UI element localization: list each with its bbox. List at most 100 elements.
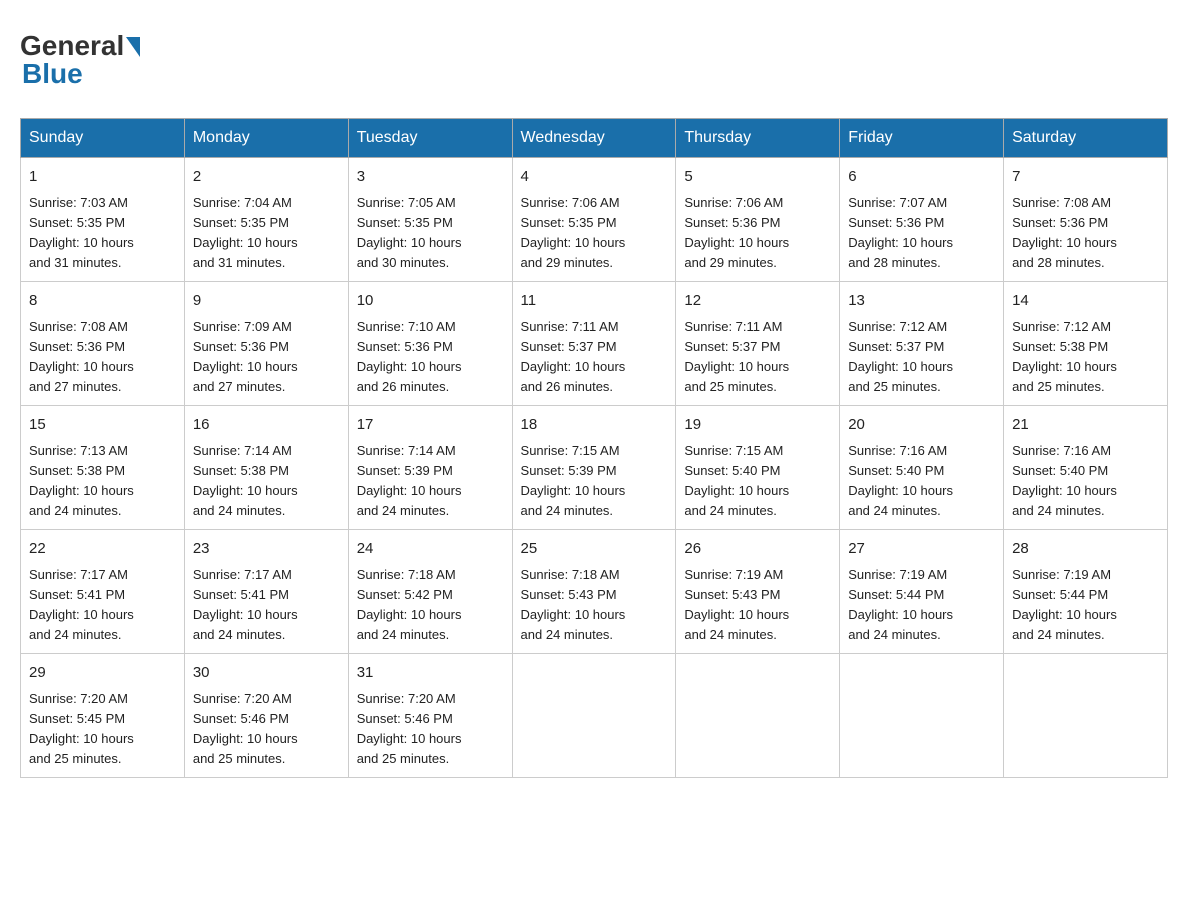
logo: General Blue (20, 30, 140, 90)
calendar-day-cell: 20 Sunrise: 7:16 AMSunset: 5:40 PMDayligh… (840, 406, 1004, 530)
calendar-day-cell: 2 Sunrise: 7:04 AMSunset: 5:35 PMDaylight… (184, 158, 348, 282)
day-info: Sunrise: 7:04 AMSunset: 5:35 PMDaylight:… (193, 193, 340, 274)
calendar-day-cell (1004, 654, 1168, 778)
day-info: Sunrise: 7:05 AMSunset: 5:35 PMDaylight:… (357, 193, 504, 274)
day-info: Sunrise: 7:17 AMSunset: 5:41 PMDaylight:… (193, 565, 340, 646)
day-number: 13 (848, 290, 995, 313)
day-number: 6 (848, 166, 995, 189)
calendar-day-cell: 17 Sunrise: 7:14 AMSunset: 5:39 PMDayligh… (348, 406, 512, 530)
calendar-day-cell: 22 Sunrise: 7:17 AMSunset: 5:41 PMDayligh… (21, 530, 185, 654)
day-info: Sunrise: 7:20 AMSunset: 5:46 PMDaylight:… (357, 689, 504, 770)
header: General Blue (20, 20, 1168, 100)
calendar-day-cell: 28Sunrise: 7:19 AMSunset: 5:44 PMDayligh… (1004, 530, 1168, 654)
day-info: Sunrise: 7:14 AMSunset: 5:39 PMDaylight:… (357, 441, 504, 522)
calendar-day-cell: 23 Sunrise: 7:17 AMSunset: 5:41 PMDayligh… (184, 530, 348, 654)
weekday-header-sunday: Sunday (21, 119, 185, 158)
day-info: Sunrise: 7:09 AMSunset: 5:36 PMDaylight:… (193, 317, 340, 398)
logo-arrow-icon (126, 37, 140, 57)
day-info: Sunrise: 7:17 AMSunset: 5:41 PMDaylight:… (29, 565, 176, 646)
day-info: Sunrise: 7:12 AMSunset: 5:37 PMDaylight:… (848, 317, 995, 398)
day-info: Sunrise: 7:11 AMSunset: 5:37 PMDaylight:… (684, 317, 831, 398)
weekday-header-row: SundayMondayTuesdayWednesdayThursdayFrid… (21, 119, 1168, 158)
day-number: 7 (1012, 166, 1159, 189)
day-info: Sunrise: 7:16 AMSunset: 5:40 PMDaylight:… (848, 441, 995, 522)
day-number: 12 (684, 290, 831, 313)
weekday-header-monday: Monday (184, 119, 348, 158)
calendar-day-cell: 1Sunrise: 7:03 AMSunset: 5:35 PMDaylight… (21, 158, 185, 282)
day-number: 1 (29, 166, 176, 189)
calendar-day-cell: 16 Sunrise: 7:14 AMSunset: 5:38 PMDayligh… (184, 406, 348, 530)
weekday-header-wednesday: Wednesday (512, 119, 676, 158)
weekday-header-tuesday: Tuesday (348, 119, 512, 158)
calendar-day-cell: 11 Sunrise: 7:11 AMSunset: 5:37 PMDayligh… (512, 282, 676, 406)
day-number: 16 (193, 414, 340, 437)
day-info: Sunrise: 7:11 AMSunset: 5:37 PMDaylight:… (521, 317, 668, 398)
day-number: 19 (684, 414, 831, 437)
calendar-week-row: 1Sunrise: 7:03 AMSunset: 5:35 PMDaylight… (21, 158, 1168, 282)
day-info: Sunrise: 7:20 AMSunset: 5:45 PMDaylight:… (29, 689, 176, 770)
day-number: 22 (29, 538, 176, 561)
calendar-day-cell: 8 Sunrise: 7:08 AMSunset: 5:36 PMDaylight… (21, 282, 185, 406)
day-info: Sunrise: 7:18 AMSunset: 5:42 PMDaylight:… (357, 565, 504, 646)
calendar-day-cell: 4Sunrise: 7:06 AMSunset: 5:35 PMDaylight… (512, 158, 676, 282)
calendar-day-cell: 15Sunrise: 7:13 AMSunset: 5:38 PMDayligh… (21, 406, 185, 530)
calendar-week-row: 22 Sunrise: 7:17 AMSunset: 5:41 PMDayligh… (21, 530, 1168, 654)
day-number: 4 (521, 166, 668, 189)
calendar-day-cell: 14 Sunrise: 7:12 AMSunset: 5:38 PMDayligh… (1004, 282, 1168, 406)
day-info: Sunrise: 7:16 AMSunset: 5:40 PMDaylight:… (1012, 441, 1159, 522)
calendar-day-cell: 29 Sunrise: 7:20 AMSunset: 5:45 PMDayligh… (21, 654, 185, 778)
calendar-day-cell (840, 654, 1004, 778)
calendar-day-cell (676, 654, 840, 778)
calendar-day-cell: 19Sunrise: 7:15 AMSunset: 5:40 PMDayligh… (676, 406, 840, 530)
calendar-day-cell: 3 Sunrise: 7:05 AMSunset: 5:35 PMDaylight… (348, 158, 512, 282)
calendar-day-cell (512, 654, 676, 778)
day-number: 26 (684, 538, 831, 561)
calendar-week-row: 15Sunrise: 7:13 AMSunset: 5:38 PMDayligh… (21, 406, 1168, 530)
day-info: Sunrise: 7:19 AMSunset: 5:43 PMDaylight:… (684, 565, 831, 646)
calendar-day-cell: 13 Sunrise: 7:12 AMSunset: 5:37 PMDayligh… (840, 282, 1004, 406)
day-info: Sunrise: 7:20 AMSunset: 5:46 PMDaylight:… (193, 689, 340, 770)
day-info: Sunrise: 7:06 AMSunset: 5:36 PMDaylight:… (684, 193, 831, 274)
calendar-week-row: 29 Sunrise: 7:20 AMSunset: 5:45 PMDayligh… (21, 654, 1168, 778)
day-number: 17 (357, 414, 504, 437)
calendar-day-cell: 26 Sunrise: 7:19 AMSunset: 5:43 PMDayligh… (676, 530, 840, 654)
weekday-header-thursday: Thursday (676, 119, 840, 158)
day-info: Sunrise: 7:08 AMSunset: 5:36 PMDaylight:… (1012, 193, 1159, 274)
calendar-day-cell: 5 Sunrise: 7:06 AMSunset: 5:36 PMDaylight… (676, 158, 840, 282)
calendar-week-row: 8 Sunrise: 7:08 AMSunset: 5:36 PMDaylight… (21, 282, 1168, 406)
day-number: 5 (684, 166, 831, 189)
calendar-day-cell: 31 Sunrise: 7:20 AMSunset: 5:46 PMDayligh… (348, 654, 512, 778)
calendar-day-cell: 7 Sunrise: 7:08 AMSunset: 5:36 PMDaylight… (1004, 158, 1168, 282)
calendar-day-cell: 12 Sunrise: 7:11 AMSunset: 5:37 PMDayligh… (676, 282, 840, 406)
day-number: 2 (193, 166, 340, 189)
day-number: 20 (848, 414, 995, 437)
day-number: 23 (193, 538, 340, 561)
calendar-day-cell: 18Sunrise: 7:15 AMSunset: 5:39 PMDayligh… (512, 406, 676, 530)
day-number: 10 (357, 290, 504, 313)
calendar-day-cell: 24 Sunrise: 7:18 AMSunset: 5:42 PMDayligh… (348, 530, 512, 654)
day-number: 3 (357, 166, 504, 189)
weekday-header-friday: Friday (840, 119, 1004, 158)
day-number: 8 (29, 290, 176, 313)
day-info: Sunrise: 7:14 AMSunset: 5:38 PMDaylight:… (193, 441, 340, 522)
day-number: 30 (193, 662, 340, 685)
day-number: 24 (357, 538, 504, 561)
calendar-day-cell: 21Sunrise: 7:16 AMSunset: 5:40 PMDayligh… (1004, 406, 1168, 530)
calendar-day-cell: 30 Sunrise: 7:20 AMSunset: 5:46 PMDayligh… (184, 654, 348, 778)
day-info: Sunrise: 7:19 AMSunset: 5:44 PMDaylight:… (848, 565, 995, 646)
calendar-day-cell: 25 Sunrise: 7:18 AMSunset: 5:43 PMDayligh… (512, 530, 676, 654)
day-number: 11 (521, 290, 668, 313)
calendar-body: 1Sunrise: 7:03 AMSunset: 5:35 PMDaylight… (21, 158, 1168, 778)
day-info: Sunrise: 7:08 AMSunset: 5:36 PMDaylight:… (29, 317, 176, 398)
day-number: 25 (521, 538, 668, 561)
day-number: 31 (357, 662, 504, 685)
weekday-header-saturday: Saturday (1004, 119, 1168, 158)
day-number: 9 (193, 290, 340, 313)
day-info: Sunrise: 7:12 AMSunset: 5:38 PMDaylight:… (1012, 317, 1159, 398)
day-info: Sunrise: 7:10 AMSunset: 5:36 PMDaylight:… (357, 317, 504, 398)
calendar-day-cell: 10 Sunrise: 7:10 AMSunset: 5:36 PMDayligh… (348, 282, 512, 406)
day-number: 15 (29, 414, 176, 437)
day-number: 29 (29, 662, 176, 685)
day-number: 14 (1012, 290, 1159, 313)
day-info: Sunrise: 7:18 AMSunset: 5:43 PMDaylight:… (521, 565, 668, 646)
